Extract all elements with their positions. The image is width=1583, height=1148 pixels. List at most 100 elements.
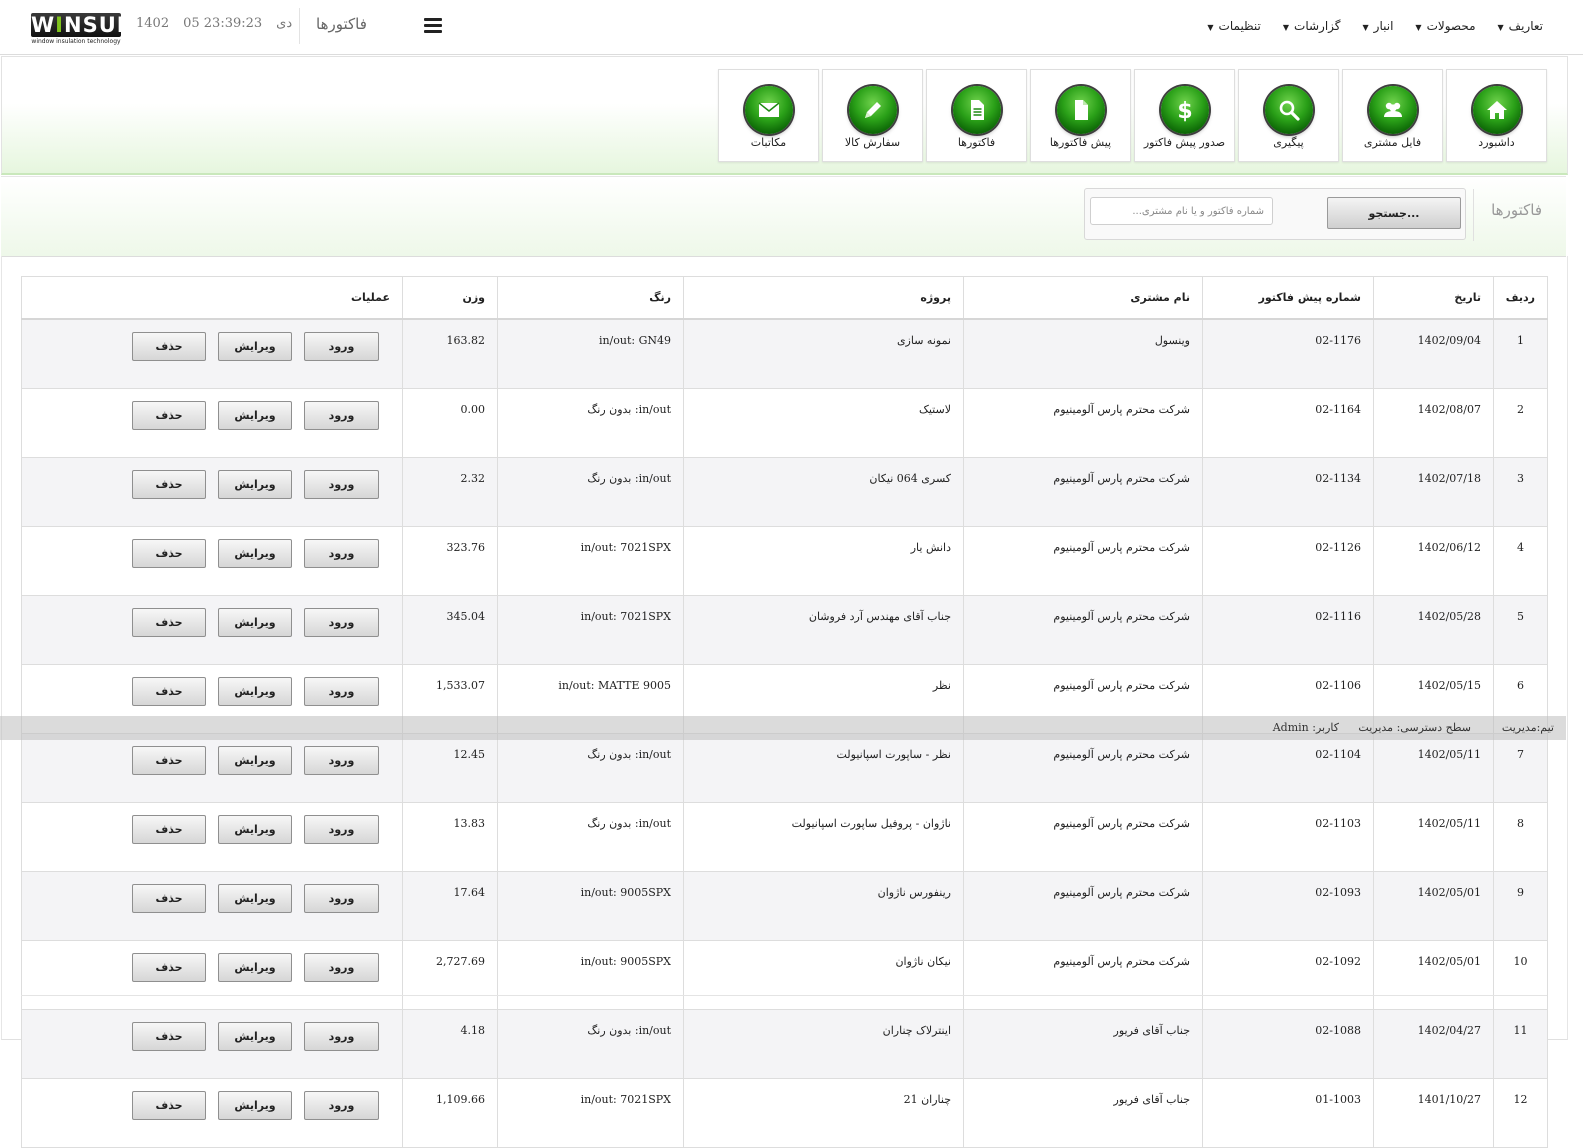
page-title: فاکتورها bbox=[316, 15, 367, 33]
search-button[interactable]: جستجو... bbox=[1327, 197, 1461, 229]
delete-button[interactable]: حذف bbox=[132, 470, 206, 499]
enter-button[interactable]: ورود bbox=[304, 539, 379, 568]
cell-actions: ورود ویرایش حذف bbox=[21, 595, 403, 665]
shortcut-issue-proforma[interactable]: $ صدور پیش فاکتور bbox=[1134, 69, 1235, 162]
enter-button[interactable]: ورود bbox=[304, 332, 379, 361]
edit-button[interactable]: ویرایش bbox=[218, 470, 292, 499]
col-header-row-number[interactable]: ردیف bbox=[1493, 276, 1548, 320]
edit-button[interactable]: ویرایش bbox=[218, 539, 292, 568]
enter-button[interactable]: ورود bbox=[304, 746, 379, 775]
invoices-table: ردیف تاریخ شماره پیش فاکتور نام مشتری پر… bbox=[21, 276, 1548, 1148]
cell-customer: شرکت محترم پارس آلومینیوم bbox=[963, 526, 1203, 596]
winsul-logo[interactable]: WINSUL window insulation technology bbox=[31, 13, 130, 45]
shortcut-order-goods[interactable]: سفارش کالا bbox=[822, 69, 923, 162]
cell-row-number: 3 bbox=[1493, 457, 1548, 527]
menu-warehouse[interactable]: انبار ▼ bbox=[1363, 19, 1394, 33]
edit-button[interactable]: ویرایش bbox=[218, 401, 292, 430]
table-row: 11 1402/04/27 02-1088 جناب آقای فریور اینترل… bbox=[21, 1009, 1548, 1079]
cell-row-number: 5 bbox=[1493, 595, 1548, 665]
enter-button[interactable]: ورود bbox=[304, 470, 379, 499]
cell-weight: 163.82 bbox=[402, 318, 498, 389]
col-header-project[interactable]: پروژه bbox=[683, 276, 964, 320]
delete-button[interactable]: حذف bbox=[132, 608, 206, 637]
col-header-customer[interactable]: نام مشتری bbox=[963, 276, 1203, 320]
menu-reports[interactable]: گزارشات ▼ bbox=[1283, 19, 1341, 33]
delete-button[interactable]: حذف bbox=[132, 953, 206, 982]
pencil-icon bbox=[849, 86, 897, 134]
menu-products[interactable]: محصولات ▼ bbox=[1415, 19, 1475, 33]
shortcut-customer-file[interactable]: فایل مشتری bbox=[1342, 69, 1443, 162]
edit-button[interactable]: ویرایش bbox=[218, 332, 292, 361]
cell-weight: 323.76 bbox=[402, 526, 498, 596]
svg-text:$: $ bbox=[1177, 99, 1192, 122]
delete-button[interactable]: حذف bbox=[132, 539, 206, 568]
edit-button[interactable]: ویرایش bbox=[218, 677, 292, 706]
enter-button[interactable]: ورود bbox=[304, 608, 379, 637]
col-header-proforma-number[interactable]: شماره پیش فاکتور bbox=[1202, 276, 1374, 320]
shortcut-panel: داشبورد فایل مشتری پیگیری $ صدور پیش فاک… bbox=[1, 56, 1568, 175]
enter-button[interactable]: ورود bbox=[304, 677, 379, 706]
shortcut-followup[interactable]: پیگیری bbox=[1238, 69, 1339, 162]
enter-button[interactable]: ورود bbox=[304, 815, 379, 844]
edit-button[interactable]: ویرایش bbox=[218, 746, 292, 775]
table-row: 4 1402/06/12 02-1126 شرکت محترم پارس آلومین… bbox=[21, 526, 1548, 596]
search-panel: فاکتورها جستجو... bbox=[1, 176, 1566, 257]
cell-actions: ورود ویرایش حذف bbox=[21, 318, 403, 389]
delete-button[interactable]: حذف bbox=[132, 884, 206, 913]
cell-row-number: 4 bbox=[1493, 526, 1548, 596]
cell-proforma-number: 02-1103 bbox=[1202, 802, 1374, 872]
delete-button[interactable]: حذف bbox=[132, 401, 206, 430]
cell-customer: شرکت محترم پارس آلومینیوم bbox=[963, 457, 1203, 527]
home-icon bbox=[1473, 86, 1521, 134]
cell-date: 1402/06/12 bbox=[1373, 526, 1494, 596]
cell-weight: 13.83 bbox=[402, 802, 498, 872]
cell-proforma-number: 02-1126 bbox=[1202, 526, 1374, 596]
menu-reports-label: گزارشات bbox=[1294, 19, 1341, 33]
delete-button[interactable]: حذف bbox=[132, 1091, 206, 1120]
top-navbar: WINSUL window insulation technology 1402… bbox=[0, 0, 1583, 55]
enter-button[interactable]: ورود bbox=[304, 401, 379, 430]
delete-button[interactable]: حذف bbox=[132, 746, 206, 775]
date-time-display: 1402 05 دی23:39:23 bbox=[136, 16, 306, 31]
col-header-color[interactable]: رنگ bbox=[497, 276, 684, 320]
edit-button[interactable]: ویرایش bbox=[218, 1091, 292, 1120]
delete-button[interactable]: حذف bbox=[132, 677, 206, 706]
table-row: 7 1402/05/11 02-1104 شرکت محترم پارس آلومین… bbox=[21, 733, 1548, 803]
caret-down-icon: ▼ bbox=[1362, 23, 1369, 32]
shortcut-dashboard[interactable]: داشبورد bbox=[1446, 69, 1547, 162]
enter-button[interactable]: ورود bbox=[304, 953, 379, 982]
hamburger-menu-icon[interactable] bbox=[424, 18, 442, 34]
table-row: 1 1402/09/04 02-1176 وینسول نمونه سازی in/out… bbox=[21, 318, 1548, 389]
cell-actions: ورود ویرایش حذف bbox=[21, 733, 403, 803]
enter-button[interactable]: ورود bbox=[304, 1091, 379, 1120]
cell-weight: 1,109.66 bbox=[402, 1078, 498, 1148]
enter-button[interactable]: ورود bbox=[304, 1022, 379, 1051]
shortcut-proformas[interactable]: پیش فاکتورها bbox=[1030, 69, 1131, 162]
edit-button[interactable]: ویرایش bbox=[218, 953, 292, 982]
cell-color: in/out: بدون رنگ bbox=[497, 1009, 684, 1079]
edit-button[interactable]: ویرایش bbox=[218, 884, 292, 913]
menu-definitions[interactable]: تعاریف ▼ bbox=[1498, 19, 1544, 33]
search-input[interactable] bbox=[1090, 197, 1273, 225]
menu-settings[interactable]: تنظیمات ▼ bbox=[1207, 19, 1260, 33]
col-header-date[interactable]: تاریخ bbox=[1373, 276, 1494, 320]
menu-definitions-label: تعاریف bbox=[1508, 19, 1543, 33]
table-header-row: ردیف تاریخ شماره پیش فاکتور نام مشتری پر… bbox=[21, 276, 1548, 320]
edit-button[interactable]: ویرایش bbox=[218, 1022, 292, 1051]
shortcut-correspondence[interactable]: مکاتبات bbox=[718, 69, 819, 162]
delete-button[interactable]: حذف bbox=[132, 1022, 206, 1051]
status-access-level: سطح دسترسی: مدیریت bbox=[1358, 721, 1471, 734]
enter-button[interactable]: ورود bbox=[304, 884, 379, 913]
cell-customer: جناب آقای فریور bbox=[963, 1009, 1203, 1079]
cell-customer: وینسول bbox=[963, 318, 1203, 389]
edit-button[interactable]: ویرایش bbox=[218, 815, 292, 844]
cell-weight: 4.18 bbox=[402, 1009, 498, 1079]
logo-tagline: window insulation technology bbox=[31, 38, 121, 45]
shortcut-invoices[interactable]: فاکتورها bbox=[926, 69, 1027, 162]
edit-button[interactable]: ویرایش bbox=[218, 608, 292, 637]
delete-button[interactable]: حذف bbox=[132, 332, 206, 361]
delete-button[interactable]: حذف bbox=[132, 815, 206, 844]
user-status-bar: تیم:مدیریت سطح دسترسی: مدیریت کاربر: Adm… bbox=[0, 716, 1566, 740]
col-header-weight[interactable]: وزن bbox=[402, 276, 498, 320]
menu-settings-label: تنظیمات bbox=[1218, 19, 1261, 33]
